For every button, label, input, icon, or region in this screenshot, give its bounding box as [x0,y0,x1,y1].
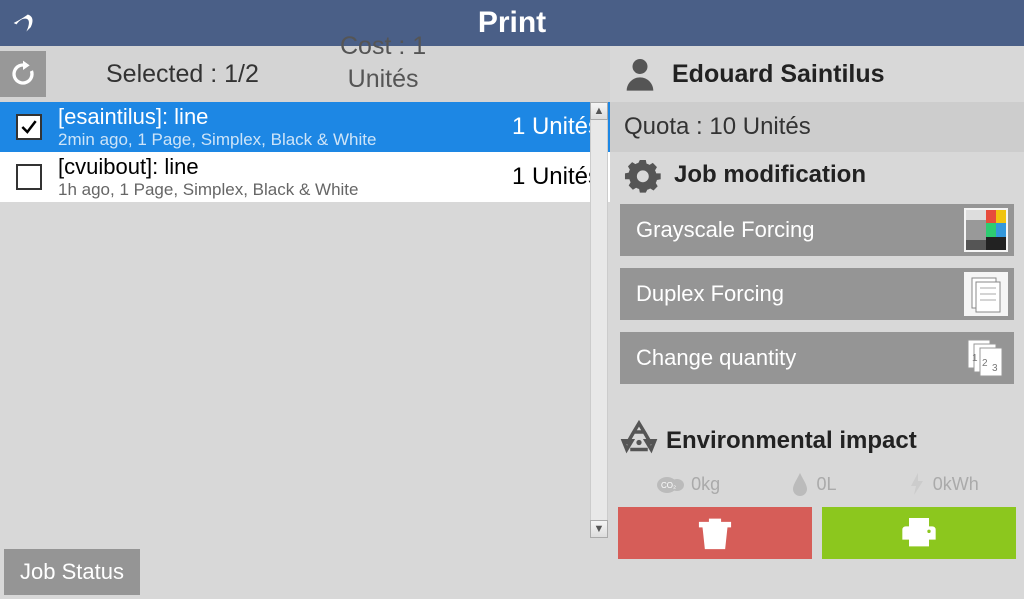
energy-icon [907,471,927,497]
job-checkbox[interactable] [16,164,42,190]
job-mod-title: Job modification [674,161,866,189]
cost-summary: Cost : 1 Unités [340,30,426,95]
printer-icon [897,513,941,553]
user-name: Edouard Saintilus [672,60,885,89]
svg-text:1: 1 [972,353,978,364]
job-subtitle: 2min ago, 1 Page, Simplex, Black & White [58,130,512,150]
scroll-track[interactable] [590,120,608,520]
svg-text:CO₂: CO₂ [661,481,676,490]
job-checkbox[interactable] [16,114,42,140]
svg-text:3: 3 [992,363,998,374]
quota-row: Quota : 10 Unités [610,102,1024,152]
user-icon [618,54,662,94]
job-title: [esaintilus]: line [58,104,512,130]
env-header: Environmental impact [610,418,1024,464]
grayscale-forcing-button[interactable]: Grayscale Forcing [620,204,1014,256]
job-subtitle: 1h ago, 1 Page, Simplex, Black & White [58,180,512,200]
page-title: Print [478,6,546,40]
duplex-icon [964,272,1008,316]
refresh-button[interactable] [0,51,46,97]
job-row[interactable]: [cvuibout]: line 1h ago, 1 Page, Simplex… [0,152,610,202]
scroll-up-button[interactable]: ▲ [590,102,608,120]
title-bar: Print [0,0,1024,46]
selected-count: Selected : 1/2 [106,60,259,89]
gear-icon [618,154,668,196]
user-row: Edouard Saintilus [610,46,1024,102]
cost-line-2: Unités [340,63,426,96]
job-title: [cvuibout]: line [58,154,512,180]
recycle-icon [618,418,660,465]
quantity-icon: 1 2 3 [964,336,1008,380]
trash-icon [695,513,735,553]
refresh-icon [7,58,39,90]
change-quantity-button[interactable]: Change quantity 1 2 3 [620,332,1014,384]
back-arrow-icon [8,6,42,40]
water-icon [790,471,810,497]
scroll-down-button[interactable]: ▼ [590,520,608,538]
duplex-forcing-button[interactable]: Duplex Forcing [620,268,1014,320]
co2-icon: CO₂ [655,473,685,495]
side-panel: Edouard Saintilus Quota : 10 Unités Job … [610,46,1024,599]
svg-text:2: 2 [982,358,988,369]
grayscale-icon [964,208,1008,252]
env-title: Environmental impact [666,427,917,455]
job-list-panel: Selected : 1/2 Cost : 1 Unités [esaintil… [0,46,610,599]
action-row [610,504,1024,564]
back-button[interactable] [0,0,50,46]
job-status-button[interactable]: Job Status [4,549,140,595]
cost-line-1: Cost : 1 [340,30,426,63]
list-header: Selected : 1/2 Cost : 1 Unités [0,46,610,102]
env-stats: CO₂ 0kg 0L 0kWh [610,464,1024,504]
print-button[interactable] [822,507,1016,559]
co2-value: 0kg [691,474,720,495]
job-mod-header: Job modification [610,152,1024,198]
job-list: [esaintilus]: line 2min ago, 1 Page, Sim… [0,102,610,202]
energy-value: 0kWh [933,474,979,495]
water-value: 0L [816,474,836,495]
delete-button[interactable] [618,507,812,559]
job-row[interactable]: [esaintilus]: line 2min ago, 1 Page, Sim… [0,102,610,152]
